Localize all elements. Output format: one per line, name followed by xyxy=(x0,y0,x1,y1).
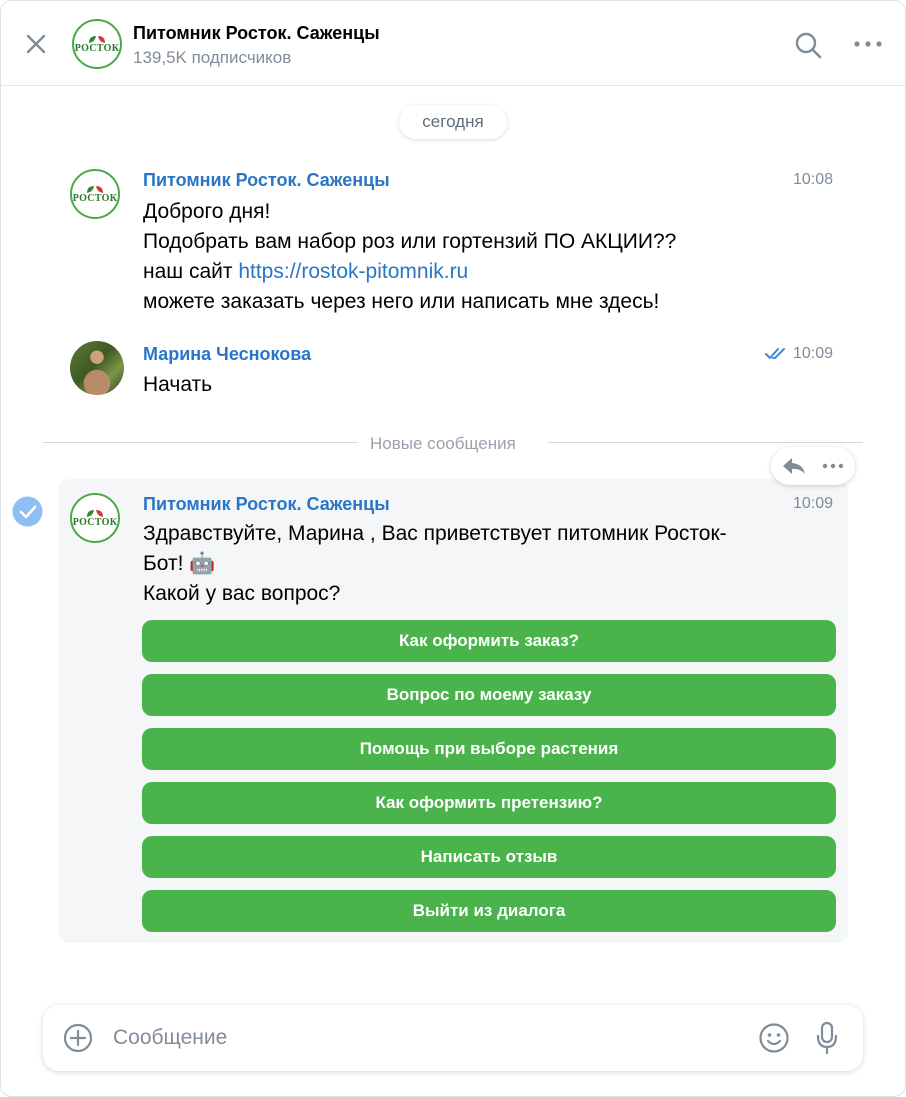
message-time: 10:09 xyxy=(792,495,833,512)
kb-button-exit[interactable]: Выйти из диалога xyxy=(142,890,836,932)
message-line: Бот! 🤖 xyxy=(143,552,216,575)
site-prefix: наш сайт xyxy=(143,260,239,283)
sender-name[interactable]: Питомник Росток. Саженцы xyxy=(143,494,390,515)
message-line: Доброго дня! xyxy=(143,200,271,223)
message-text: Доброго дня! Подобрать вам набор роз или… xyxy=(143,197,676,317)
subscriber-count: 139,5K подписчиков xyxy=(133,48,292,67)
kb-button-my-order[interactable]: Вопрос по моему заказу xyxy=(142,674,836,716)
community-avatar[interactable]: РОСТОК xyxy=(72,19,122,69)
message-line: Какой у вас вопрос? xyxy=(143,582,341,605)
sender-name[interactable]: Питомник Росток. Саженцы xyxy=(143,170,390,191)
sender-avatar[interactable]: РОСТОК xyxy=(70,493,120,543)
reply-icon[interactable] xyxy=(781,455,807,477)
mic-icon[interactable] xyxy=(815,1021,839,1055)
kb-button-order[interactable]: Как оформить заказ? xyxy=(142,620,836,662)
chat-title[interactable]: Питомник Росток. Саженцы xyxy=(133,23,380,44)
message-line: Подобрать вам набор роз или гортензий ПО… xyxy=(143,230,677,253)
message-bot: РОСТОК Питомник Росток. Саженцы 10:09 Зд… xyxy=(58,485,848,615)
divider-right xyxy=(548,442,863,443)
message-community[interactable]: РОСТОК Питомник Росток. Саженцы 10:08 До… xyxy=(58,161,848,321)
plus-icon[interactable] xyxy=(63,1023,93,1053)
divider-left xyxy=(43,442,358,443)
message-time: 10:09 xyxy=(792,345,833,362)
logo-text: РОСТОК xyxy=(72,517,118,528)
message-line: можете заказать через него или написать … xyxy=(143,290,660,313)
message-text: Начать xyxy=(143,373,213,396)
kb-button-claim[interactable]: Как оформить претензию? xyxy=(142,782,836,824)
double-check-icon xyxy=(764,348,785,359)
sender-name[interactable]: Марина Чеснокова xyxy=(143,344,311,365)
chat-window: РОСТОК Питомник Росток. Саженцы 139,5K п… xyxy=(0,0,906,1097)
message-line: наш сайт https://rostok-pitomnik.ru xyxy=(143,257,676,287)
date-separator: сегодня xyxy=(399,105,507,139)
user-avatar[interactable] xyxy=(70,341,124,395)
logo-text: РОСТОК xyxy=(74,43,120,54)
sender-avatar[interactable]: РОСТОК xyxy=(70,169,120,219)
message-time: 10:08 xyxy=(792,171,833,188)
message-text: Здравствуйте, Марина , Вас приветствует … xyxy=(143,519,727,609)
message-composer xyxy=(43,1005,863,1071)
close-icon[interactable] xyxy=(23,31,49,57)
new-messages-label: Новые сообщения xyxy=(370,434,516,453)
more-icon[interactable] xyxy=(853,34,883,54)
kb-button-review[interactable]: Написать отзыв xyxy=(142,836,836,878)
message-actions xyxy=(771,447,855,485)
message-user[interactable]: Марина Чеснокова 10:09 Начать xyxy=(58,335,848,405)
check-icon[interactable] xyxy=(12,496,43,527)
message-line: Здравствуйте, Марина , Вас приветствует … xyxy=(143,522,727,545)
chat-header: РОСТОК Питомник Росток. Саженцы 139,5K п… xyxy=(1,1,905,86)
kb-button-plant-help[interactable]: Помощь при выборе растения xyxy=(142,728,836,770)
message-input[interactable] xyxy=(113,1021,733,1055)
message-time-row: 10:09 xyxy=(764,345,833,363)
emoji-icon[interactable] xyxy=(758,1022,790,1054)
more-icon[interactable] xyxy=(821,457,845,475)
search-icon[interactable] xyxy=(793,30,823,60)
logo-text: РОСТОК xyxy=(72,193,118,204)
site-link[interactable]: https://rostok-pitomnik.ru xyxy=(238,260,468,283)
